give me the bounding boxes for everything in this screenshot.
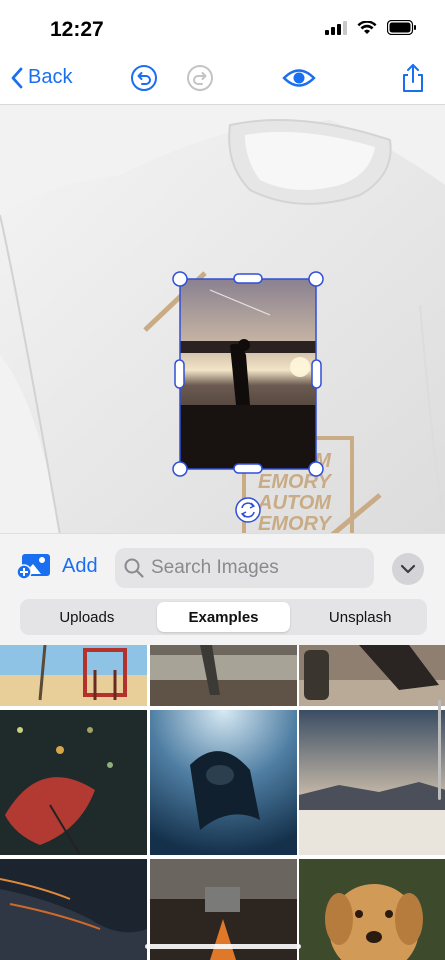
nav-bar: Back: [0, 58, 445, 104]
search-icon: [124, 558, 144, 578]
source-tabs: Uploads Examples Unsplash: [20, 599, 427, 635]
grid-image-shore[interactable]: [0, 859, 147, 960]
tab-examples[interactable]: Examples: [156, 602, 291, 632]
scroll-indicator[interactable]: [438, 700, 441, 800]
design-text-3: AUTOM: [257, 492, 332, 514]
rotate-icon[interactable]: [235, 497, 261, 523]
back-button[interactable]: Back: [10, 66, 72, 89]
selected-image[interactable]: [179, 278, 317, 470]
grid-image-dog[interactable]: [299, 859, 445, 960]
tab-uploads[interactable]: Uploads: [20, 599, 154, 635]
eye-icon[interactable]: [282, 63, 316, 93]
grid-image-umbrella[interactable]: [0, 710, 147, 855]
add-photo-icon: [16, 554, 50, 580]
home-indicator[interactable]: [145, 944, 301, 949]
status-time: 12:27: [50, 18, 104, 41]
undo-icon[interactable]: [129, 63, 159, 93]
search-placeholder: Search Images: [151, 557, 279, 578]
search-input[interactable]: Search Images: [115, 548, 374, 588]
grid-image-mountains[interactable]: [299, 710, 445, 855]
status-icons: [325, 20, 417, 35]
grid-image-beach[interactable]: [0, 645, 147, 706]
wifi-icon: [357, 20, 377, 34]
add-label: Add: [62, 554, 98, 577]
design-canvas[interactable]: 19 89 AUTOM EMORY AUTOM EMORY: [0, 104, 445, 535]
battery-icon: [387, 20, 416, 35]
status-bar: 12:27: [0, 0, 445, 58]
share-icon[interactable]: [398, 63, 428, 93]
back-label: Back: [28, 66, 73, 88]
image-panel: Add Search Images Uploads Examples Unspl…: [0, 533, 445, 646]
grid-image-diver[interactable]: [150, 710, 297, 855]
image-grid: [0, 645, 445, 960]
redo-icon[interactable]: [185, 63, 215, 93]
grid-image-hiker[interactable]: [299, 645, 445, 706]
chevron-down-icon: [400, 564, 416, 574]
add-image-button[interactable]: Add: [16, 552, 98, 580]
grid-image-rocks[interactable]: [150, 645, 297, 706]
signal-icon: [325, 20, 347, 35]
collapse-button[interactable]: [392, 553, 424, 585]
tab-unsplash[interactable]: Unsplash: [293, 599, 427, 635]
design-text-4: EMORY: [258, 513, 333, 535]
tshirt-mockup: 19 89 AUTOM EMORY AUTOM EMORY: [0, 105, 445, 535]
chevron-left-icon: [11, 67, 23, 88]
